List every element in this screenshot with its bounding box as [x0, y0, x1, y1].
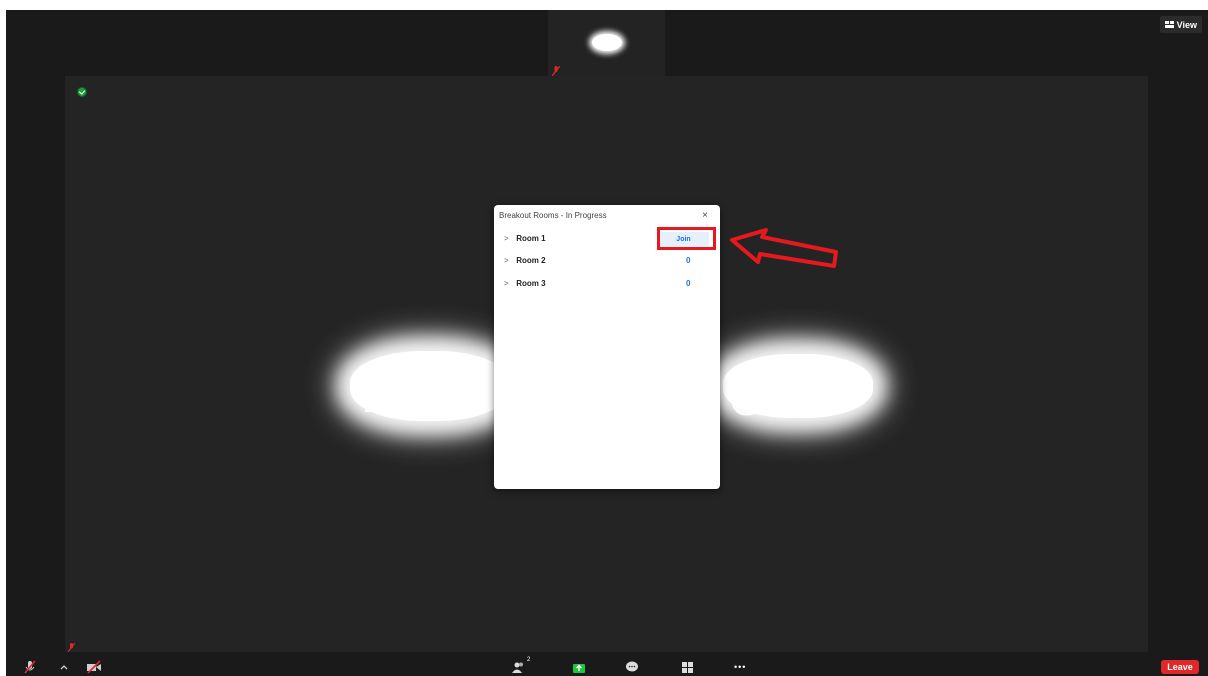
view-button[interactable]: View — [1159, 16, 1202, 33]
breakout-rooms-button[interactable] — [681, 660, 694, 674]
participants-count: 2 — [527, 657, 531, 663]
participant-name-left: Aka — [363, 357, 477, 426]
thumbnail-mic-muted-icon — [552, 66, 560, 76]
highlight-box — [657, 227, 716, 250]
security-shield-icon[interactable] — [77, 87, 87, 97]
participant-thumbnail[interactable] — [548, 10, 665, 76]
room-name: Room 3 — [516, 279, 546, 288]
mute-button[interactable] — [24, 660, 36, 674]
video-off-icon — [87, 660, 101, 674]
participant-thumbnail-blur — [592, 34, 622, 51]
participants-icon — [512, 662, 523, 673]
room-row[interactable]: > Room 3 0 — [504, 279, 704, 293]
mic-muted-icon — [24, 660, 36, 674]
share-screen-button[interactable] — [572, 660, 586, 674]
chevron-right-icon[interactable]: > — [504, 256, 514, 265]
chevron-up-icon — [60, 665, 68, 670]
leave-button[interactable]: Leave — [1161, 660, 1199, 674]
participants-button[interactable]: 2 — [512, 657, 530, 674]
participant-name-right: ena — [729, 360, 836, 429]
breakout-rooms-icon — [682, 662, 693, 673]
top-bar: View — [6, 10, 1208, 76]
view-grid-icon — [1164, 21, 1174, 28]
meeting-toolbar: 2 ••• Leave — [6, 656, 1208, 676]
room-participant-count: 0 — [686, 279, 691, 288]
close-icon[interactable]: × — [702, 210, 708, 221]
room-name: Room 2 — [516, 256, 546, 265]
more-button[interactable]: ••• — [734, 660, 746, 674]
view-label: View — [1176, 19, 1197, 30]
chat-button[interactable] — [625, 660, 639, 674]
chevron-right-icon[interactable]: > — [504, 234, 514, 243]
room-participant-count: 0 — [686, 256, 691, 265]
chevron-right-icon[interactable]: > — [504, 279, 514, 288]
room-name: Room 1 — [516, 234, 546, 243]
annotation-arrow-icon — [730, 228, 838, 268]
audio-options-button[interactable] — [60, 660, 68, 674]
dialog-title: Breakout Rooms - In Progress — [499, 211, 607, 220]
chat-icon — [626, 661, 638, 672]
start-video-button[interactable] — [86, 660, 102, 674]
more-icon: ••• — [734, 662, 747, 672]
speaker-mic-muted-icon — [68, 643, 75, 652]
room-row[interactable]: > Room 2 0 — [504, 256, 704, 270]
share-screen-icon — [573, 664, 585, 673]
